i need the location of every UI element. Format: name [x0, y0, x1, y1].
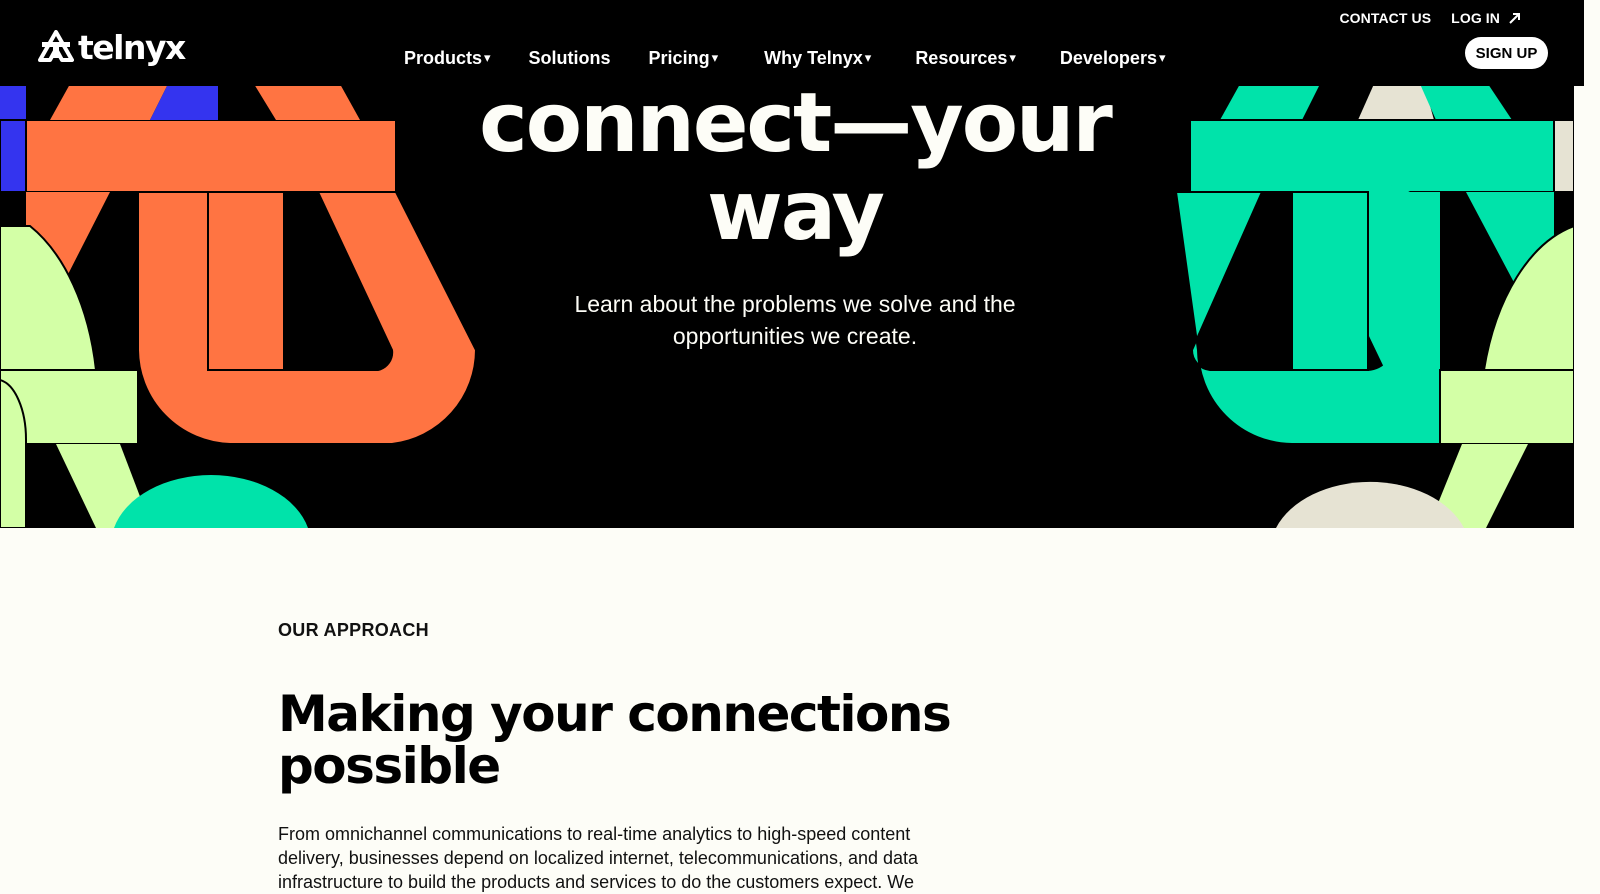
chevron-down-icon: ▾: [864, 50, 872, 65]
nav-item-resources[interactable]: Resources ▾: [915, 46, 1016, 70]
logo[interactable]: telnyx: [38, 27, 186, 67]
nav-item-label: Solutions: [528, 47, 611, 68]
nav-item-solutions[interactable]: Solutions: [529, 46, 611, 70]
main-nav: telnyx Products ▾ Solutions Pricing ▾ Why …: [0, 0, 1584, 86]
nav-menu: Products ▾ Solutions Pricing ▾ Why Telnyx ▾…: [404, 46, 1166, 70]
hero-title-line2: way: [706, 164, 885, 259]
contact-us-link[interactable]: CONTACT US: [1339, 10, 1431, 26]
hero-title-line1: connect—your: [479, 76, 1113, 171]
nav-item-label: Why Telnyx: [764, 47, 863, 68]
chevron-down-icon: ▾: [711, 50, 719, 65]
top-links: CONTACT US LOG IN: [1339, 10, 1522, 26]
nav-item-why-telnyx[interactable]: Why Telnyx ▾: [764, 46, 871, 70]
sign-up-button[interactable]: SIGN UP: [1465, 37, 1548, 69]
logo-text: telnyx: [78, 27, 186, 67]
nav-item-label: Pricing: [648, 47, 710, 68]
arrow-up-right-icon: [1509, 13, 1520, 24]
section-body: From omnichannel communications to real-…: [278, 824, 919, 892]
chevron-down-icon: ▾: [1158, 50, 1166, 65]
nav-item-products[interactable]: Products ▾: [404, 46, 491, 70]
login-label: LOG IN: [1451, 10, 1500, 26]
hero-subtitle: Learn about the problems we solve and th…: [574, 291, 1016, 349]
section-eyebrow: OUR APPROACH: [278, 620, 429, 640]
chevron-down-icon: ▾: [1009, 50, 1016, 65]
hero-title: connect—your way: [400, 80, 1190, 256]
nav-item-pricing[interactable]: Pricing ▾: [649, 46, 719, 70]
chevron-down-icon: ▾: [484, 50, 491, 65]
scrollbar[interactable]: [1584, 0, 1600, 875]
nav-item-label: Developers: [1059, 47, 1157, 68]
login-link[interactable]: LOG IN: [1451, 10, 1522, 26]
telnyx-logo-icon: [38, 30, 74, 62]
nav-item-developers[interactable]: Developers ▾: [1060, 46, 1166, 70]
nav-item-label: Resources: [915, 47, 1008, 68]
section-title: Making your connections possible: [278, 685, 952, 795]
nav-item-label: Products: [404, 47, 483, 68]
